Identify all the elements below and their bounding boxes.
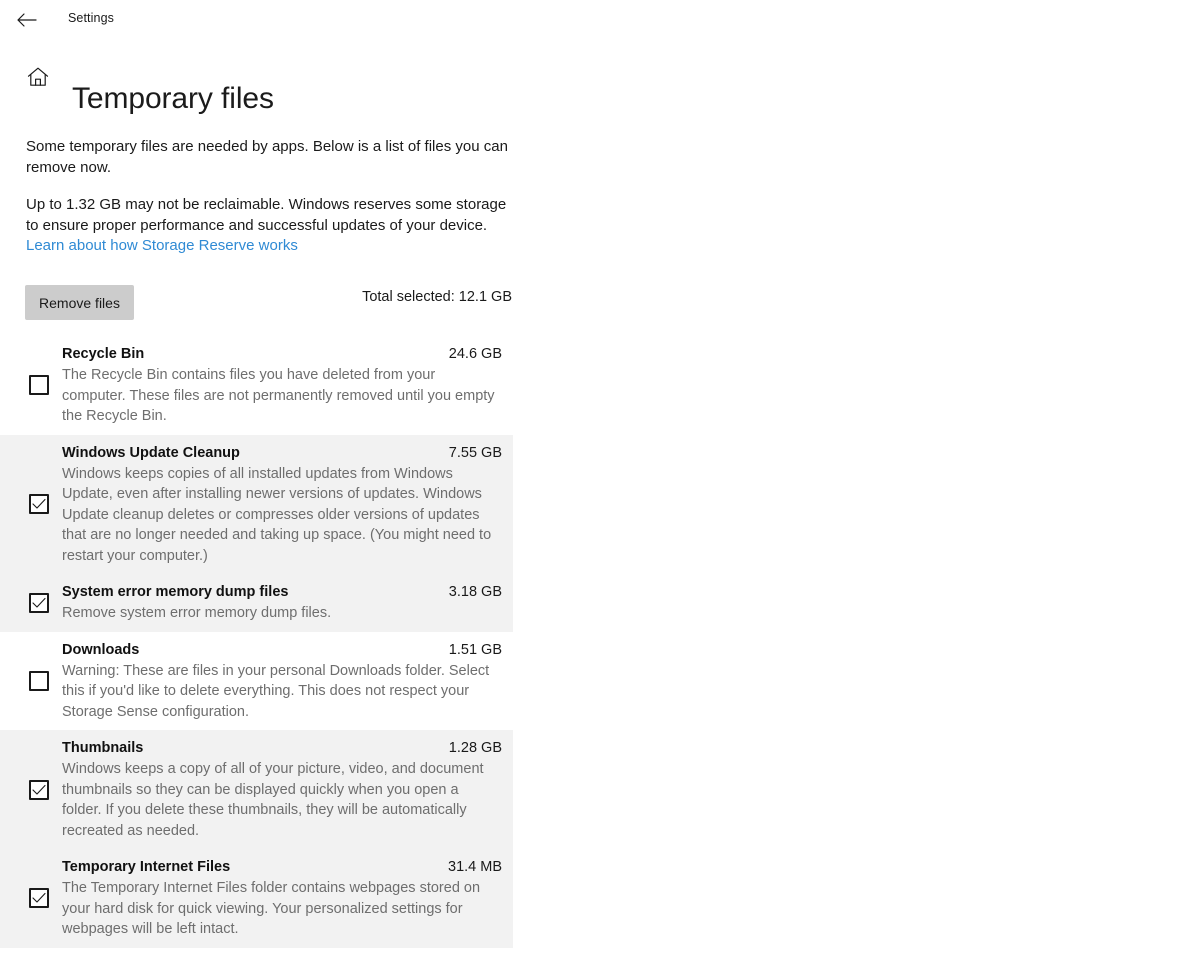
temporary-files-list: Recycle Bin 24.6 GB The Recycle Bin contai… <box>0 336 1200 948</box>
checkmark-icon <box>32 597 46 608</box>
checkbox-recycle-bin[interactable] <box>29 375 49 396</box>
file-category-size: 1.28 GB <box>448 740 502 756</box>
file-group: Recycle Bin 24.6 GB The Recycle Bin contai… <box>0 336 513 435</box>
back-arrow-icon[interactable] <box>12 5 42 35</box>
table-row[interactable]: System error memory dump files 3.18 GB Rem… <box>0 574 513 632</box>
file-category-title: Thumbnails <box>62 740 144 756</box>
file-category-title: Downloads <box>62 641 140 658</box>
checkmark-icon <box>32 784 46 795</box>
file-category-title: Temporary Internet Files <box>62 859 231 875</box>
file-category-description: Windows keeps a copy of all of your pict… <box>62 761 484 839</box>
file-category-title: Recycle Bin <box>62 346 145 362</box>
table-row[interactable]: Thumbnails 1.28 GB Windows keeps a copy of… <box>0 730 513 849</box>
file-category-size: 24.6 GB <box>448 346 502 362</box>
file-category-description: Windows keeps copies of all installed up… <box>62 465 492 564</box>
row-header: Thumbnails 1.28 GB <box>62 738 502 758</box>
file-group-shaded: Windows Update Cleanup 7.55 GB Windows kee… <box>0 434 513 632</box>
row-header: System error memory dump files 3.18 GB <box>62 582 502 602</box>
file-category-description: Warning: These are files in your persona… <box>62 662 490 720</box>
storage-reserve-link[interactable]: Learn about how Storage Reserve works <box>26 236 298 256</box>
file-category-title: Windows Update Cleanup <box>62 444 240 461</box>
file-category-description: The Temporary Internet Files folder cont… <box>62 880 481 937</box>
table-row[interactable]: Temporary Internet Files 31.4 MB The Tempo… <box>0 849 513 948</box>
total-selected-label: Total selected: 12.1 GB <box>362 289 512 305</box>
table-row[interactable]: Windows Update Cleanup 7.55 GB Windows kee… <box>0 435 513 575</box>
intro-text: Some temporary files are needed by apps.… <box>26 136 518 236</box>
file-category-description: Remove system error memory dump files. <box>62 605 332 621</box>
file-category-size: 1.51 GB <box>448 641 502 658</box>
row-body: Downloads 1.51 GB Warning: These are files… <box>62 640 502 723</box>
row-body: Temporary Internet Files 31.4 MB The Tempo… <box>62 857 502 940</box>
row-body: System error memory dump files 3.18 GB Rem… <box>62 582 502 624</box>
app-name-label: Settings <box>68 11 114 25</box>
checkmark-icon <box>32 499 46 509</box>
file-category-size: 31.4 MB <box>448 859 502 875</box>
row-header: Temporary Internet Files 31.4 MB <box>62 857 502 877</box>
checkbox-windows-update-cleanup[interactable] <box>29 494 49 515</box>
file-group-shaded: Thumbnails 1.28 GB Windows keeps a copy of… <box>0 730 513 948</box>
row-body: Thumbnails 1.28 GB Windows keeps a copy of… <box>62 738 502 841</box>
settings-page: Settings Temporary files Some temporary … <box>0 0 1200 980</box>
remove-files-button[interactable]: Remove files <box>25 285 134 320</box>
home-glyph <box>27 67 49 86</box>
page-title: Temporary files <box>72 82 274 116</box>
checkbox-temporary-internet-files[interactable] <box>29 888 49 909</box>
file-category-size: 7.55 GB <box>448 444 502 461</box>
file-group: Downloads 1.51 GB Warning: These are files… <box>0 631 513 731</box>
row-body: Recycle Bin 24.6 GB The Recycle Bin contai… <box>62 344 502 427</box>
checkbox-thumbnails[interactable] <box>29 779 49 800</box>
file-category-description: The Recycle Bin contains files you have … <box>62 367 495 424</box>
intro-paragraph-2: Up to 1.32 GB may not be reclaimable. Wi… <box>26 196 507 234</box>
checkmark-icon <box>32 893 46 903</box>
row-header: Downloads 1.51 GB <box>62 640 502 660</box>
file-category-size: 3.18 GB <box>448 584 502 600</box>
row-header: Recycle Bin 24.6 GB <box>62 344 502 364</box>
file-category-title: System error memory dump files <box>62 584 289 600</box>
checkbox-system-error-memory-dump-files[interactable] <box>29 592 49 613</box>
row-body: Windows Update Cleanup 7.55 GB Windows kee… <box>62 443 502 567</box>
row-header: Windows Update Cleanup 7.55 GB <box>62 443 502 463</box>
table-row[interactable]: Downloads 1.51 GB Warning: These are files… <box>0 632 513 731</box>
title-bar: Settings <box>0 0 1200 40</box>
intro-paragraph-1: Some temporary files are needed by apps.… <box>26 138 508 176</box>
table-row[interactable]: Recycle Bin 24.6 GB The Recycle Bin contai… <box>0 336 513 435</box>
checkbox-downloads[interactable] <box>29 670 49 691</box>
home-icon[interactable] <box>24 63 52 91</box>
back-arrow-glyph <box>17 13 37 27</box>
